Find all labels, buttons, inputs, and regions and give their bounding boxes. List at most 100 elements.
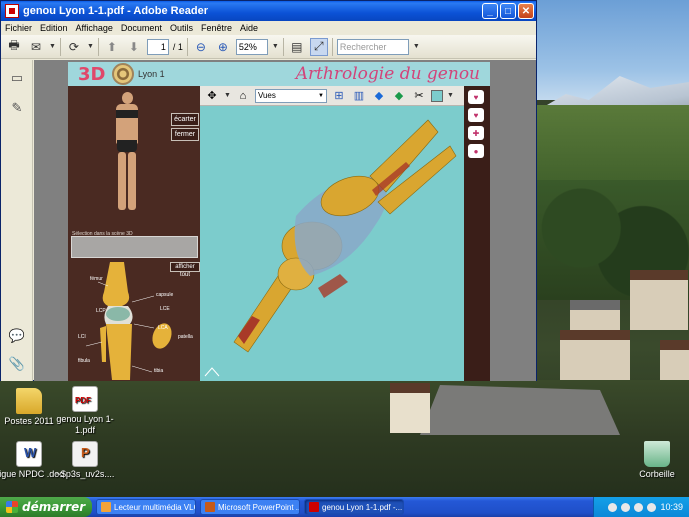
- taskbar: démarrer Lecteur multimédia VLC Microsof…: [0, 497, 689, 517]
- email-icon[interactable]: ✉: [27, 38, 45, 56]
- minimize-button[interactable]: _: [482, 3, 498, 19]
- knee-3d-render: [233, 119, 457, 353]
- zoom-out-icon[interactable]: ⊖: [192, 38, 210, 56]
- window-title: genou Lyon 1-1.pdf - Adobe Reader: [23, 5, 208, 17]
- maximize-button[interactable]: □: [500, 3, 516, 19]
- volume-icon[interactable]: [621, 502, 631, 512]
- document-subtitle: Lyon 1: [138, 69, 165, 79]
- system-tray: 10:39: [593, 497, 689, 517]
- wallpaper-chalet: [630, 270, 688, 330]
- vlc-icon: [101, 502, 111, 512]
- desktop-icon-recycle-bin[interactable]: Corbeille: [622, 441, 689, 480]
- taskbar-item-powerpoint[interactable]: Microsoft PowerPoint ...: [200, 499, 300, 515]
- toolbar-separator: [59, 37, 61, 56]
- axis-indicator-icon: [204, 367, 220, 377]
- search-input[interactable]: Rechercher: [336, 38, 409, 55]
- next-page-icon[interactable]: ⬇: [125, 38, 143, 56]
- chevron-down-icon[interactable]: ▼: [413, 43, 420, 50]
- toolbar-separator: [282, 37, 284, 56]
- menu-aide[interactable]: Aide: [240, 23, 258, 33]
- tool-icon[interactable]: ✚: [468, 126, 484, 140]
- comments-icon[interactable]: 💬: [9, 328, 25, 344]
- page-total: / 1: [172, 41, 183, 52]
- menu-outils[interactable]: Outils: [170, 23, 193, 33]
- chevron-down-icon[interactable]: ▼: [447, 92, 454, 99]
- print-icon[interactable]: 🖶: [5, 38, 23, 56]
- word-file-icon: [16, 441, 42, 467]
- zoom-in-icon[interactable]: ⊕: [214, 38, 232, 56]
- home-view-icon[interactable]: ⌂: [235, 88, 251, 104]
- logo-3d: 3D: [78, 64, 106, 85]
- projection-icon[interactable]: ▥: [351, 88, 367, 104]
- page-title: Arthrologie du genou: [295, 64, 480, 84]
- menu-bar: Fichier Edition Affichage Document Outil…: [1, 21, 536, 35]
- right-tool-strip: ♥ ♥ ✚ ●: [464, 86, 490, 381]
- pdf-page: 3D Lyon 1 Arthrologie du genou écarter f…: [68, 62, 490, 381]
- model-tree-icon[interactable]: ⊞: [331, 88, 347, 104]
- background-color-swatch[interactable]: [430, 89, 443, 102]
- desktop-icon-ppt-temp[interactable]: ~$p3s_uv2s....: [50, 441, 120, 480]
- toolbar-separator: [331, 37, 333, 56]
- clock[interactable]: 10:39: [660, 502, 683, 512]
- label-lca: LCA: [158, 325, 168, 331]
- label-lci: LCI: [78, 334, 86, 340]
- windows-logo-icon: [6, 501, 18, 513]
- label-lce: LCE: [160, 306, 170, 312]
- label-femur: fémur: [90, 276, 103, 282]
- collaborate-icon[interactable]: ⟳: [65, 38, 83, 56]
- views-select[interactable]: Vues: [254, 88, 327, 103]
- window-titlebar[interactable]: genou Lyon 1-1.pdf - Adobe Reader _ □ ✕: [1, 1, 536, 21]
- previous-page-icon[interactable]: ⬆: [103, 38, 121, 56]
- close-view-button[interactable]: fermer: [171, 128, 199, 141]
- menu-affichage[interactable]: Affichage: [76, 23, 113, 33]
- pdf-file-icon: [72, 386, 98, 412]
- tool-icon[interactable]: ●: [468, 144, 484, 158]
- security-icon[interactable]: [647, 502, 657, 512]
- label-tibia: tibia: [154, 368, 164, 374]
- network-icon[interactable]: [608, 502, 618, 512]
- powerpoint-icon: [205, 502, 215, 512]
- label-capsule: capsule: [156, 292, 174, 298]
- rotate-tool-icon[interactable]: ✥: [204, 88, 220, 104]
- lighting-icon[interactable]: ◆: [391, 88, 407, 104]
- label-patella: patella: [178, 334, 193, 340]
- 3d-viewer[interactable]: ✥ ▼ ⌂ Vues ⊞ ▥ ◆ ◆ ✂ ▼: [200, 86, 490, 381]
- left-panel: écarter fermer Sélection dans la scène 3…: [68, 86, 200, 381]
- taskbar-item-adobe-reader[interactable]: genou Lyon 1-1.pdf -...: [304, 499, 404, 515]
- chevron-down-icon[interactable]: ▼: [224, 92, 231, 99]
- fullscreen-icon[interactable]: ⤢: [309, 37, 328, 56]
- wallpaper-chalet: [390, 383, 430, 433]
- 3d-toolbar: ✥ ▼ ⌂ Vues ⊞ ▥ ◆ ◆ ✂ ▼: [200, 86, 490, 106]
- heart-tool-icon[interactable]: ♥: [468, 90, 484, 104]
- paperclip-icon[interactable]: 📎: [9, 356, 25, 372]
- pages-icon[interactable]: ▭: [9, 70, 25, 86]
- cross-section-icon[interactable]: ✂: [411, 88, 427, 104]
- adobe-reader-window[interactable]: genou Lyon 1-1.pdf - Adobe Reader _ □ ✕ …: [0, 0, 537, 381]
- wifi-icon[interactable]: [634, 502, 644, 512]
- spread-button[interactable]: écarter: [171, 113, 199, 126]
- menu-fenetre[interactable]: Fenêtre: [201, 23, 232, 33]
- document-area[interactable]: 3D Lyon 1 Arthrologie du genou écarter f…: [34, 60, 536, 381]
- taskbar-item-vlc[interactable]: Lecteur multimédia VLC: [96, 499, 196, 515]
- fit-page-icon[interactable]: ▤: [288, 38, 306, 56]
- zoom-level-input[interactable]: 52%: [235, 38, 268, 55]
- menu-document[interactable]: Document: [121, 23, 162, 33]
- knee-3d-model[interactable]: [200, 106, 464, 381]
- attachments-icon[interactable]: ✎: [9, 100, 25, 116]
- desktop-icon-genou-pdf[interactable]: genou Lyon 1-1.pdf: [50, 386, 120, 436]
- folder-icon: [16, 388, 42, 414]
- chevron-down-icon[interactable]: ▼: [272, 43, 279, 50]
- adobe-reader-icon: [5, 4, 19, 18]
- chevron-down-icon[interactable]: ▼: [87, 43, 94, 50]
- selection-box: [71, 236, 198, 258]
- menu-fichier[interactable]: Fichier: [5, 23, 32, 33]
- close-button[interactable]: ✕: [518, 3, 534, 19]
- chevron-down-icon[interactable]: ▼: [49, 43, 56, 50]
- label-lcp: LCP: [96, 308, 106, 314]
- start-button[interactable]: démarrer: [0, 497, 92, 517]
- toolbar-separator: [186, 37, 188, 56]
- render-mode-icon[interactable]: ◆: [371, 88, 387, 104]
- page-number-input[interactable]: 1: [146, 38, 169, 55]
- menu-edition[interactable]: Edition: [40, 23, 68, 33]
- heart-tool-icon[interactable]: ♥: [468, 108, 484, 122]
